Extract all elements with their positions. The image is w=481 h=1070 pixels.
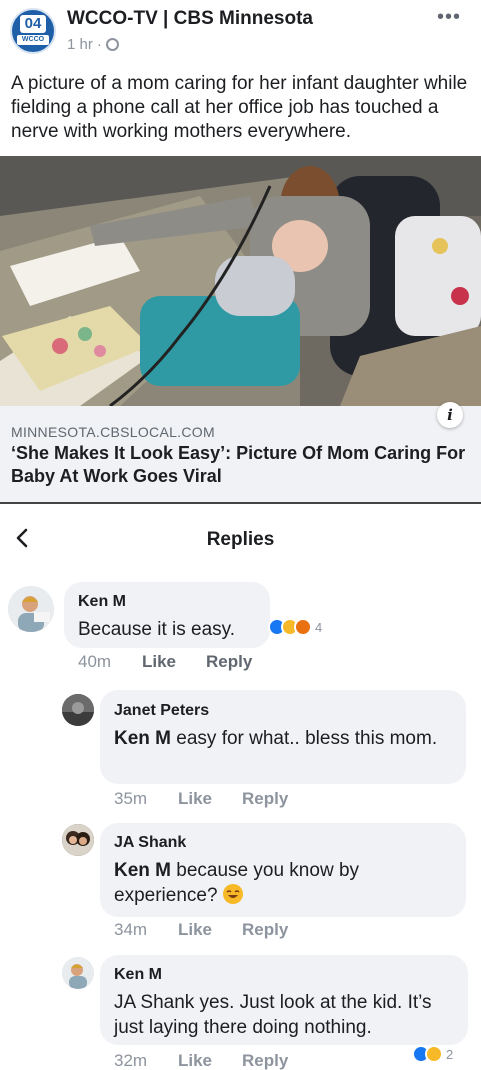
link-preview-image[interactable] (0, 156, 481, 406)
replies-title: Replies (206, 529, 275, 550)
post-meta: 1 hr · (67, 36, 119, 53)
link-domain: MINNESOTA.CBSLOCAL.COM (11, 424, 215, 440)
info-icon[interactable]: i (437, 402, 463, 428)
angry-reaction-icon (294, 618, 312, 636)
comment-text: Ken M because you know by experience? (114, 858, 444, 908)
comment-text: Ken M easy for what.. bless this mom. (114, 726, 444, 751)
logo-word: WCCO (17, 35, 49, 45)
comment-time[interactable]: 32m (114, 1051, 178, 1070)
comment-author[interactable]: Ken M (114, 966, 162, 984)
post-time[interactable]: 1 hr (67, 36, 93, 53)
mention-link[interactable]: Ken M (114, 728, 171, 749)
comment-time[interactable]: 40m (78, 652, 142, 672)
comment-actions: 34m Like Reply (114, 920, 288, 940)
comment-author[interactable]: Janet Peters (114, 702, 209, 720)
reaction-count: 2 (446, 1046, 454, 1062)
comment-time[interactable]: 34m (114, 920, 178, 940)
comment-actions: 40m Like Reply (78, 652, 252, 672)
comment-body: easy for what.. bless this mom. (171, 728, 438, 749)
avatar[interactable] (62, 694, 94, 726)
like-button[interactable]: Like (178, 789, 242, 809)
laughing-emoji-icon (222, 884, 243, 904)
reaction-count: 4 (315, 619, 323, 635)
post-header: 04 WCCO WCCO-TV | CBS Minnesota 1 hr · •… (0, 0, 481, 64)
reply-button[interactable]: Reply (242, 920, 288, 940)
globe-icon (105, 38, 119, 51)
avatar-photo (62, 694, 94, 726)
meta-separator: · (96, 36, 102, 53)
comment-text: Because it is easy. (78, 619, 236, 640)
comment-author[interactable]: Ken M (78, 593, 126, 611)
replies-header: Replies (0, 510, 481, 568)
comment-text: JA Shank yes. Just look at the kid. It’s… (114, 992, 432, 1038)
comment-actions: 32m Like Reply (114, 1051, 288, 1070)
comment-author[interactable]: JA Shank (114, 834, 186, 852)
reply-button[interactable]: Reply (242, 789, 288, 809)
reaction-summary[interactable]: 2 (412, 1045, 453, 1063)
link-preview-meta[interactable]: i MINNESOTA.CBSLOCAL.COM ‘She Makes It L… (0, 402, 481, 504)
like-button[interactable]: Like (178, 920, 242, 940)
avatar-photo (62, 824, 94, 856)
comment-time[interactable]: 35m (114, 789, 178, 809)
post-text: A picture of a mom caring for her infant… (11, 73, 468, 142)
like-button[interactable]: Like (178, 1051, 242, 1070)
avatar[interactable] (62, 824, 94, 856)
page-name[interactable]: WCCO-TV | CBS Minnesota (67, 8, 313, 30)
wow-reaction-icon (425, 1045, 443, 1063)
like-button[interactable]: Like (142, 652, 206, 672)
reaction-summary[interactable]: 4 (268, 618, 322, 636)
mention-link[interactable]: Ken M (114, 860, 171, 881)
avatar-photo (62, 957, 94, 989)
logo-number: 04 (20, 15, 46, 33)
office-photo (0, 156, 481, 406)
wcco-logo[interactable]: 04 WCCO (10, 8, 56, 54)
avatar[interactable] (8, 586, 54, 632)
reply-button[interactable]: Reply (206, 652, 252, 672)
comment-actions: 35m Like Reply (114, 789, 288, 809)
avatar[interactable] (62, 957, 94, 989)
reply-button[interactable]: Reply (242, 1051, 288, 1070)
link-title[interactable]: ‘She Makes It Look Easy’: Picture Of Mom… (11, 442, 471, 488)
more-options-icon[interactable]: ••• (437, 6, 461, 29)
avatar-photo (8, 586, 54, 632)
